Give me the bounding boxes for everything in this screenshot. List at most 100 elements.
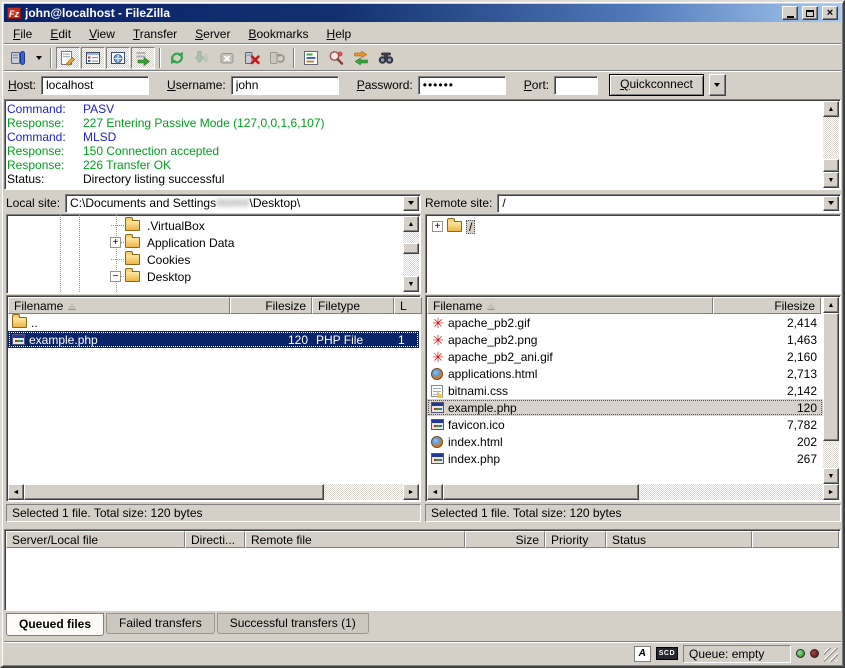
scroll-thumb[interactable] [403, 243, 419, 254]
column-label: Filetype [318, 299, 360, 313]
refresh-button[interactable] [165, 47, 189, 69]
tab-successful-transfers[interactable]: Successful transfers (1) [217, 613, 369, 634]
column-header-size[interactable]: Size [465, 531, 545, 548]
menu-help[interactable]: Help [318, 25, 361, 43]
column-header-filetype[interactable]: Filetype [312, 297, 394, 314]
tree-expander[interactable]: + [432, 221, 443, 232]
column-header-filesize[interactable]: Filesize [713, 297, 821, 314]
column-header-filename[interactable]: Filename [8, 297, 230, 314]
synchronized-browsing-button[interactable] [349, 47, 373, 69]
toggle-message-log-button[interactable] [56, 47, 80, 69]
column-header-filename[interactable]: Filename [427, 297, 713, 314]
scroll-left-button[interactable]: ◄ [8, 484, 24, 500]
scroll-down-button[interactable]: ▼ [823, 468, 839, 484]
file-row[interactable]: apache_pb2.gif 2,414 [427, 314, 823, 331]
file-row-selected[interactable]: example.php 120 [427, 399, 823, 416]
filter-button[interactable] [299, 47, 323, 69]
menu-server[interactable]: Server [186, 25, 239, 43]
column-header-priority[interactable]: Priority [545, 531, 606, 548]
host-input[interactable] [41, 76, 149, 95]
remote-list-vscrollbar[interactable]: ▲ ▼ [823, 297, 839, 484]
local-tree-icon [85, 50, 101, 66]
apache-file-icon [431, 350, 445, 364]
file-name: .. [31, 316, 38, 330]
port-input[interactable] [554, 76, 598, 95]
tab-failed-transfers[interactable]: Failed transfers [106, 613, 215, 634]
column-header-remote-file[interactable]: Remote file [245, 531, 465, 548]
quickconnect-button[interactable]: Quickconnect [609, 74, 704, 96]
tree-item[interactable]: +/ [426, 218, 840, 235]
tab-queued-files[interactable]: Queued files [6, 613, 104, 636]
remote-site-combo[interactable]: / [497, 194, 841, 213]
password-input[interactable] [418, 76, 506, 95]
username-input[interactable] [231, 76, 339, 95]
scroll-right-button[interactable]: ► [403, 484, 419, 500]
column-header-direction[interactable]: Directi... [185, 531, 245, 548]
reconnect-button[interactable] [265, 47, 289, 69]
column-header-lastmodified[interactable]: L [394, 297, 422, 314]
tree-item[interactable]: .VirtualBox [7, 217, 420, 234]
site-manager-button[interactable] [6, 47, 30, 69]
menu-bookmarks[interactable]: Bookmarks [239, 25, 317, 43]
transfer-type-indicator[interactable]: A [634, 646, 651, 662]
file-row[interactable]: index.php 267 [427, 450, 823, 467]
site-manager-dropdown-button[interactable] [31, 47, 46, 69]
remote-site-dropdown-button[interactable] [823, 196, 839, 211]
file-row[interactable]: .. [8, 314, 419, 331]
scroll-down-button[interactable]: ▼ [403, 276, 419, 292]
quickconnect-dropdown-button[interactable] [709, 74, 726, 96]
file-row[interactable]: apache_pb2_ani.gif 2,160 [427, 348, 823, 365]
tree-item[interactable]: +Application Data [7, 234, 420, 251]
directory-comparison-button[interactable] [324, 47, 348, 69]
tree-expander[interactable]: − [110, 271, 121, 282]
log-scrollbar[interactable]: ▲ ▼ [823, 101, 839, 188]
file-row-selected[interactable]: example.php 120 PHP File 1 [8, 331, 419, 348]
scroll-thumb[interactable] [823, 159, 839, 172]
process-queue-button[interactable] [190, 47, 214, 69]
tree-expander[interactable]: + [110, 237, 121, 248]
scroll-thumb[interactable] [823, 313, 839, 441]
scd-indicator[interactable]: SCD [656, 647, 678, 660]
menu-view[interactable]: View [80, 25, 124, 43]
local-list-hscrollbar[interactable]: ◄ ► [8, 484, 419, 500]
php-file-icon [431, 402, 444, 413]
menu-transfer[interactable]: Transfer [124, 25, 186, 43]
menu-file[interactable]: File [4, 25, 41, 43]
column-header-empty[interactable] [752, 531, 839, 548]
maximize-button[interactable] [802, 6, 818, 20]
tree-item[interactable]: −Desktop [7, 268, 420, 285]
scroll-thumb[interactable] [24, 484, 324, 500]
resize-grip[interactable] [824, 648, 838, 662]
toggle-local-tree-button[interactable] [81, 47, 105, 69]
scroll-up-button[interactable]: ▲ [823, 101, 839, 117]
scroll-up-button[interactable]: ▲ [823, 297, 839, 313]
toggle-transfer-queue-button[interactable] [131, 47, 155, 69]
minimize-button[interactable] [782, 6, 798, 20]
scroll-up-button[interactable]: ▲ [403, 216, 419, 232]
cancel-button[interactable] [215, 47, 239, 69]
column-header-server-local-file[interactable]: Server/Local file [6, 531, 185, 548]
dropdown-arrow-icon [828, 201, 834, 205]
local-site-dropdown-button[interactable] [403, 196, 419, 211]
local-site-combo[interactable]: C:\Documents and Settings#####\Desktop\ [65, 194, 421, 213]
scroll-left-button[interactable]: ◄ [427, 484, 443, 500]
find-files-button[interactable] [374, 47, 398, 69]
column-header-filesize[interactable]: Filesize [230, 297, 312, 314]
menu-edit[interactable]: Edit [41, 25, 80, 43]
disconnect-button[interactable] [240, 47, 264, 69]
remote-list-hscrollbar[interactable]: ◄ ► [427, 484, 839, 500]
scroll-thumb[interactable] [443, 484, 639, 500]
tree-item[interactable]: Cookies [7, 251, 420, 268]
file-row[interactable]: index.html 202 [427, 433, 823, 450]
scroll-right-button[interactable]: ► [823, 484, 839, 500]
file-row[interactable]: bitnami.css 2,142 [427, 382, 823, 399]
column-header-status[interactable]: Status [606, 531, 752, 548]
toggle-remote-tree-button[interactable] [106, 47, 130, 69]
file-row[interactable]: applications.html 2,713 [427, 365, 823, 382]
local-tree-scrollbar[interactable]: ▲ ▼ [403, 216, 419, 292]
file-row[interactable]: apache_pb2.png 1,463 [427, 331, 823, 348]
folder-icon [125, 220, 140, 231]
scroll-down-button[interactable]: ▼ [823, 172, 839, 188]
close-button[interactable]: × [822, 6, 838, 20]
file-row[interactable]: favicon.ico 7,782 [427, 416, 823, 433]
